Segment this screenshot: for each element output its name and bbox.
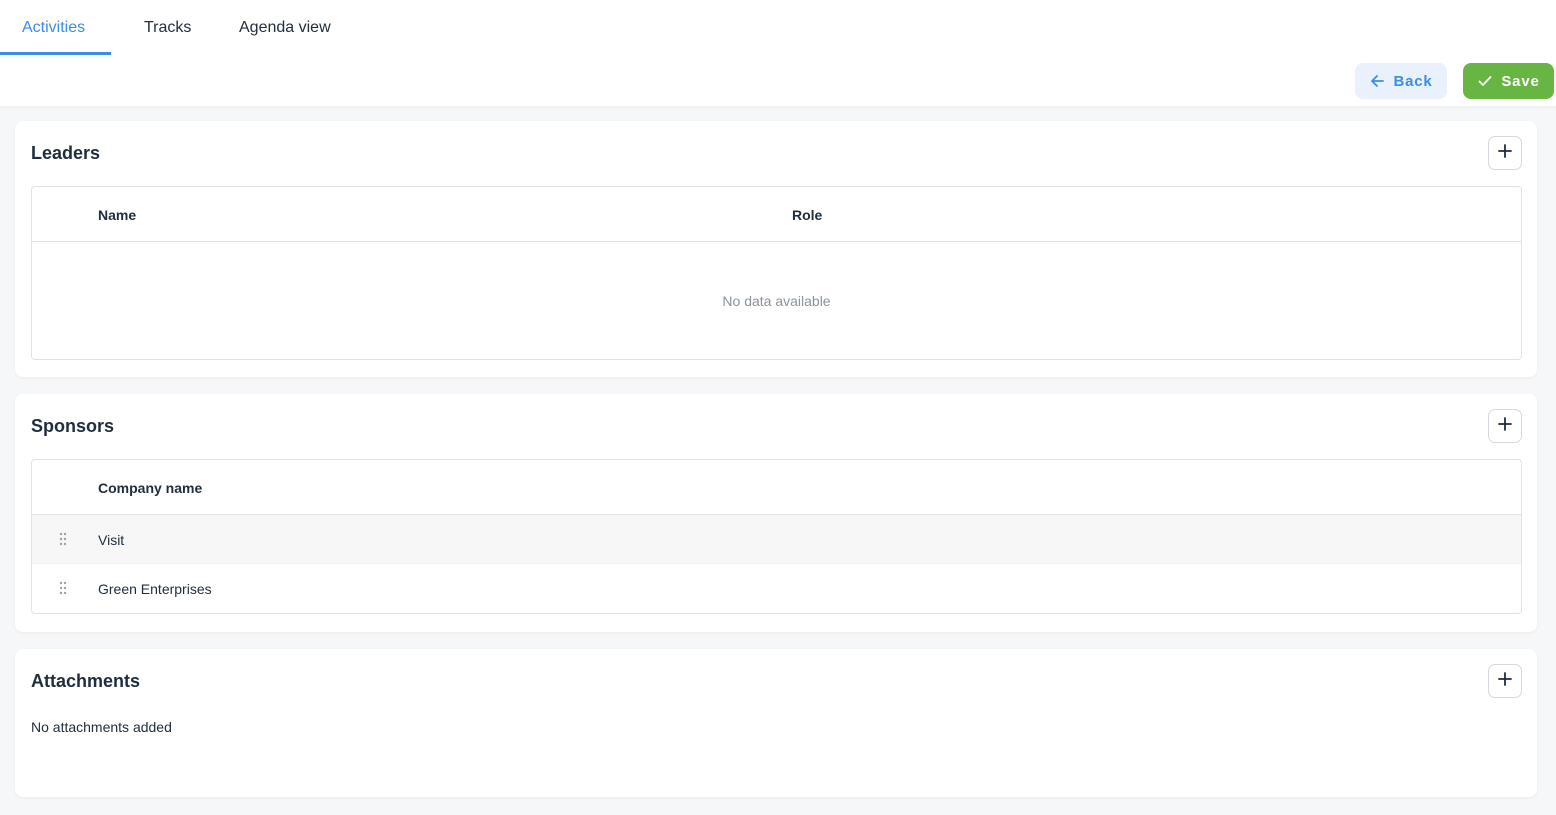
tab-agenda-view[interactable]: Agenda view — [223, 0, 353, 55]
save-button-label: Save — [1501, 72, 1540, 90]
attachments-empty-state: No attachments added — [31, 719, 172, 735]
attachments-card: Attachments No attachments added — [15, 649, 1537, 797]
column-header-role[interactable]: Role — [792, 207, 822, 223]
column-header-name[interactable]: Name — [98, 207, 136, 223]
column-header-company-name[interactable]: Company name — [98, 480, 202, 496]
arrow-left-icon — [1369, 73, 1385, 89]
tab-activities[interactable]: Activities — [0, 0, 111, 55]
save-button[interactable]: Save — [1463, 63, 1554, 99]
sponsors-table-header: Company name — [32, 460, 1521, 515]
drag-handle-icon[interactable] — [59, 532, 67, 549]
back-button[interactable]: Back — [1355, 63, 1447, 99]
sponsors-table: Company name Visit Green Enterprises — [31, 459, 1522, 614]
sponsors-card: Sponsors Company name Visit Green Enterp… — [15, 394, 1537, 632]
leaders-card: Leaders Name Role No data available — [15, 121, 1537, 377]
drag-handle-icon[interactable] — [59, 581, 67, 598]
add-attachment-button[interactable] — [1488, 664, 1522, 698]
back-button-label: Back — [1393, 72, 1433, 90]
company-name-cell: Visit — [98, 532, 125, 548]
plus-icon — [1497, 143, 1513, 164]
leaders-title: Leaders — [31, 143, 101, 163]
table-row[interactable]: Green Enterprises — [32, 564, 1521, 613]
tab-bar: Activities Tracks Agenda view — [0, 0, 353, 55]
table-row[interactable]: Visit — [32, 515, 1521, 564]
add-sponsor-button[interactable] — [1488, 409, 1522, 443]
leaders-table-header: Name Role — [32, 187, 1521, 242]
plus-icon — [1497, 671, 1513, 692]
company-name-cell: Green Enterprises — [98, 581, 212, 597]
attachments-title: Attachments — [31, 671, 141, 691]
plus-icon — [1497, 416, 1513, 437]
check-icon — [1477, 73, 1493, 89]
top-bar: Activities Tracks Agenda view Back Save — [0, 0, 1556, 106]
sponsors-title: Sponsors — [31, 416, 115, 436]
leaders-empty-state: No data available — [722, 292, 831, 309]
leaders-table: Name Role No data available — [31, 186, 1522, 360]
add-leader-button[interactable] — [1488, 136, 1522, 170]
tab-tracks[interactable]: Tracks — [111, 0, 223, 55]
